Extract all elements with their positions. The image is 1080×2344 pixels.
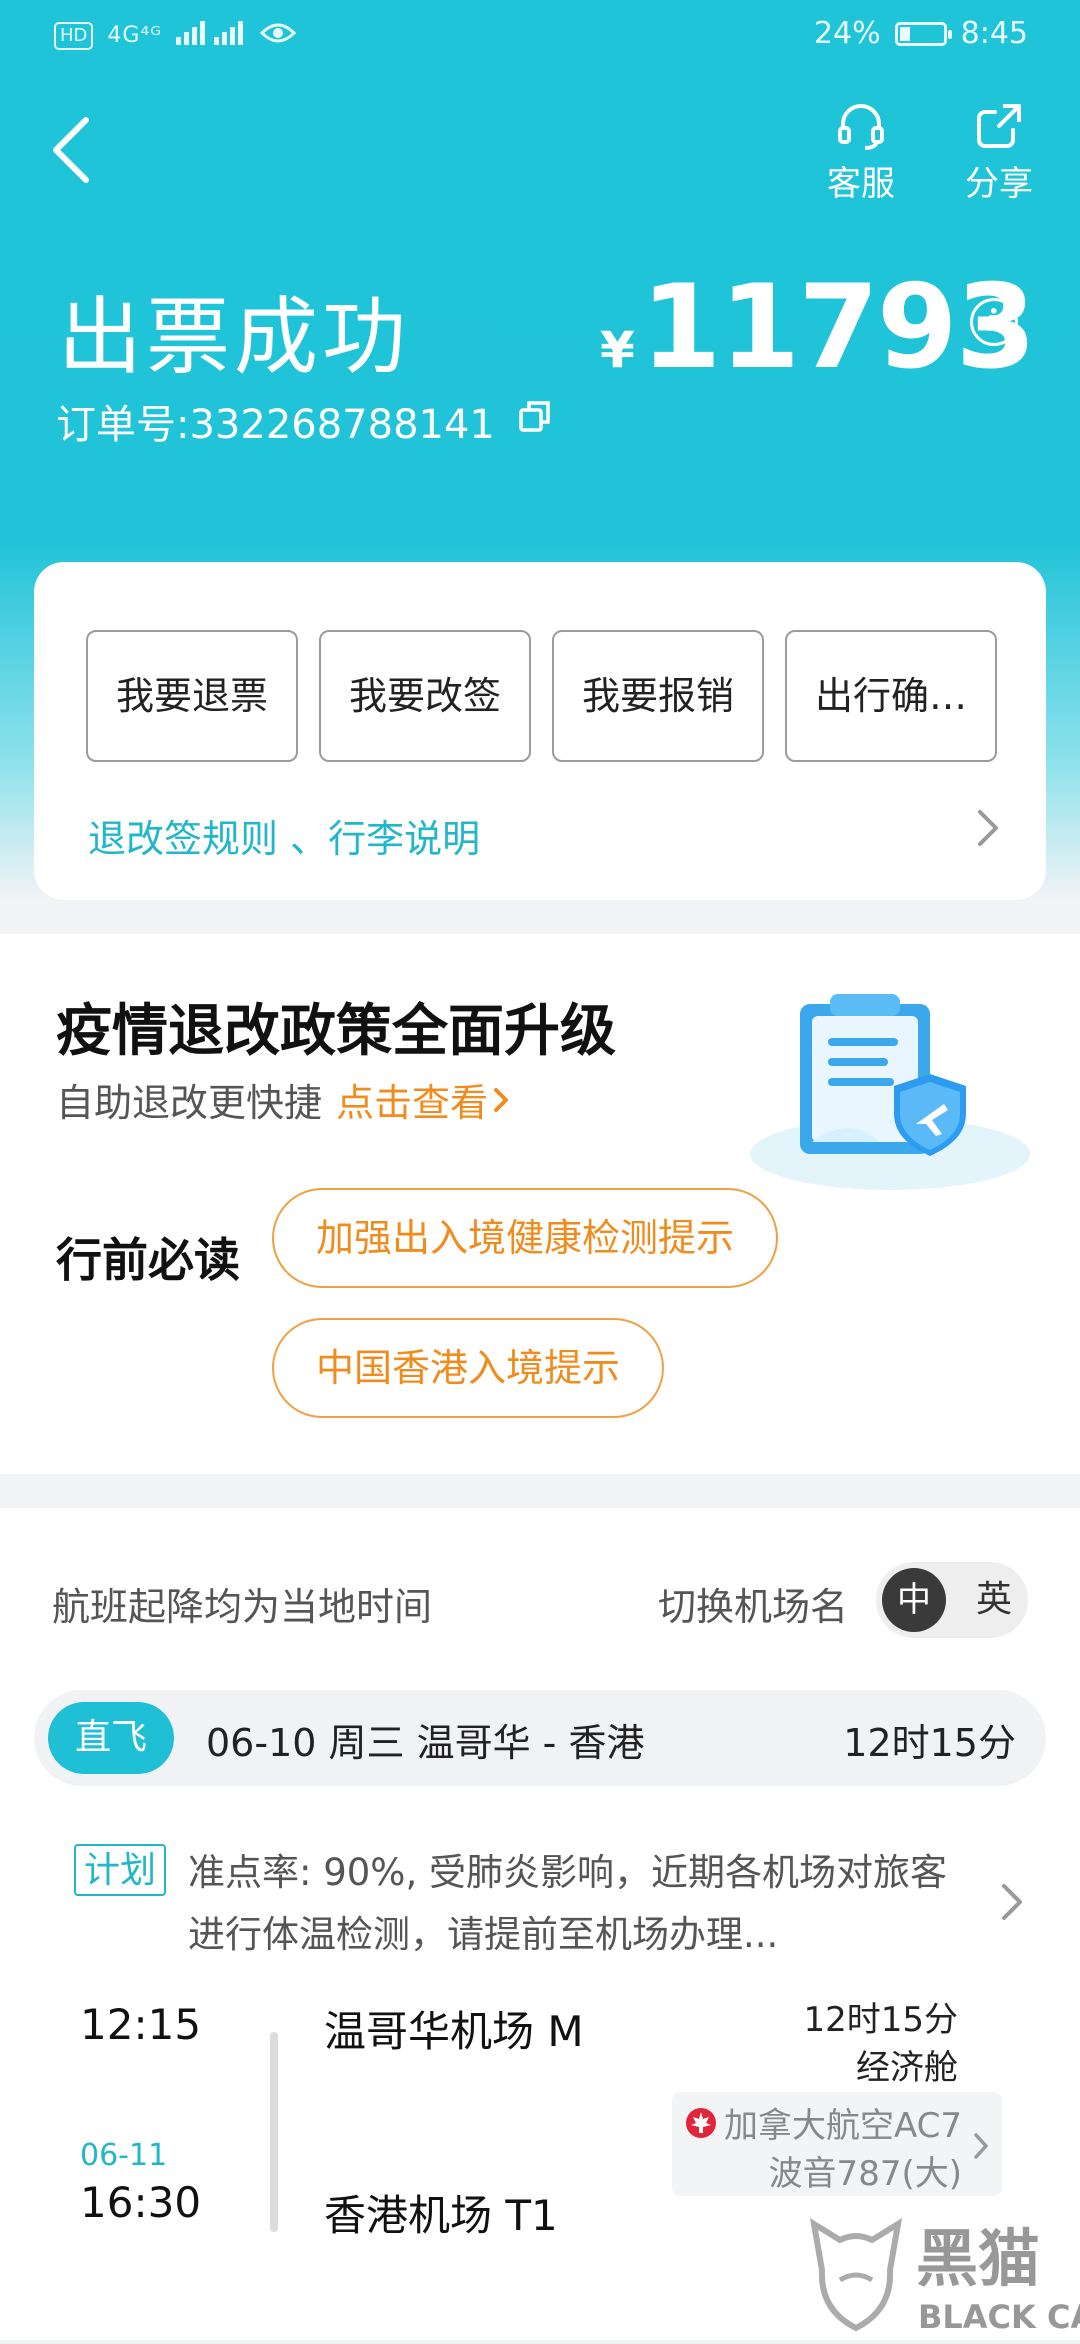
clock: 8:45 xyxy=(960,16,1028,51)
air-canada-logo-icon xyxy=(685,2107,716,2138)
price-info-icon[interactable]: i xyxy=(970,298,1018,346)
departure-airport: 温哥华机场 M xyxy=(324,2007,584,2056)
order-actions-card: 我要退票 我要改签 我要报销 出行确… 退改签规则 、行李说明 xyxy=(34,562,1046,900)
route-duration: 12时15分 xyxy=(843,1721,1016,1765)
trip-confirm-button[interactable]: 出行确… xyxy=(785,630,997,762)
copy-icon[interactable] xyxy=(517,398,553,444)
arrival-date: 06-11 xyxy=(80,2138,168,2173)
refund-button[interactable]: 我要退票 xyxy=(86,630,298,762)
chevron-right-icon xyxy=(970,2130,992,2166)
chevron-right-icon xyxy=(494,1087,509,1112)
customer-service-button[interactable]: 客服 xyxy=(806,100,916,205)
lang-chinese-option[interactable]: 中 xyxy=(882,1568,946,1632)
airline-name: 加拿大航空AC7 xyxy=(723,2106,962,2146)
clipboard-shield-illustration xyxy=(730,964,1030,1194)
punctuality-notice[interactable]: 准点率: 90%, 受肺炎影响，近期各机场对旅客进行体温检测，请提前至机场办理.… xyxy=(188,1842,948,1966)
share-label: 分享 xyxy=(965,164,1033,204)
change-button[interactable]: 我要改签 xyxy=(319,630,531,762)
hk-entry-tip-button[interactable]: 中国香港入境提示 xyxy=(272,1318,665,1418)
health-check-tip-button[interactable]: 加强出入境健康检测提示 xyxy=(272,1188,779,1288)
battery-level xyxy=(899,26,910,41)
order-number-text: 订单号:332268788141 xyxy=(56,402,495,448)
direct-flight-tag: 直飞 xyxy=(48,1702,174,1774)
share-icon xyxy=(977,104,1021,148)
promo-subtitle-text: 自助退改更快捷 xyxy=(56,1081,323,1125)
watermark-en: BLACK CAT xyxy=(918,2298,1080,2336)
promo-title: 疫情退改政策全面升级 xyxy=(56,999,616,1064)
lang-english-option[interactable]: 英 xyxy=(966,1568,1022,1632)
status-left: HD 4G⁴ᴳ xyxy=(54,18,297,53)
arrival-airport: 香港机场 T1 xyxy=(324,2191,558,2240)
promo-subtitle: 自助退改更快捷 点击查看 xyxy=(56,1072,514,1127)
policy-card: 疫情退改政策全面升级 自助退改更快捷 点击查看 行前必读 加强出入境健康检测提示… xyxy=(0,934,1080,1474)
hd-badge: HD xyxy=(54,21,94,50)
order-number: 订单号:332268788141 xyxy=(56,392,553,450)
status-bar: HD 4G⁴ᴳ 24% 8:45 xyxy=(0,0,1080,76)
departure-time: 12:15 xyxy=(80,2000,202,2049)
plan-tag: 计划 xyxy=(74,1844,167,1896)
battery-percent: 24% xyxy=(813,16,881,51)
status-right: 24% 8:45 xyxy=(814,16,1028,51)
view-details-label: 点击查看 xyxy=(336,1081,489,1125)
must-read-label: 行前必读 xyxy=(56,1233,240,1287)
route-summary: 直飞 06-10 周三 温哥华 - 香港 12时15分 xyxy=(34,1690,1046,1786)
currency-symbol: ¥ xyxy=(600,321,635,379)
aircraft-type: 波音787(大) xyxy=(768,2154,962,2194)
share-button[interactable]: 分享 xyxy=(944,100,1054,205)
reimburse-button[interactable]: 我要报销 xyxy=(552,630,764,762)
watermark-cn: 黑猫 xyxy=(916,2222,1040,2295)
language-toggle[interactable]: 中 英 xyxy=(876,1562,1028,1638)
flight-timeline xyxy=(270,2032,278,2232)
eye-icon xyxy=(259,18,297,53)
flight-duration: 12时15分 xyxy=(803,2000,958,2040)
signal-bars-icon xyxy=(176,18,246,53)
airline-info[interactable]: 加拿大航空AC7 波音787(大) xyxy=(672,2092,1002,2196)
chevron-left-icon xyxy=(53,117,89,183)
switch-airport-name-label: 切换机场名 xyxy=(658,1585,849,1629)
chevron-right-icon[interactable] xyxy=(996,1880,1026,1928)
cabin-class: 经济舱 xyxy=(856,2048,958,2088)
local-time-note: 航班起降均为当地时间 xyxy=(52,1585,433,1629)
headset-icon xyxy=(838,104,884,150)
black-cat-watermark: 黑猫 BLACK CAT xyxy=(800,2210,1080,2340)
airline-name-row: 加拿大航空AC7 xyxy=(684,2098,962,2147)
customer-service-label: 客服 xyxy=(827,164,895,204)
page-title: 出票成功 xyxy=(58,288,411,386)
rules-link[interactable]: 退改签规则 、行李说明 xyxy=(88,808,480,863)
battery-icon xyxy=(894,21,952,46)
arrival-time: 16:30 xyxy=(80,2178,202,2227)
route-text: 06-10 周三 温哥华 - 香港 xyxy=(206,1721,645,1765)
view-details-link[interactable]: 点击查看 xyxy=(336,1072,514,1127)
back-button[interactable] xyxy=(40,110,110,190)
price: ¥ 11793 xyxy=(600,260,1036,395)
chevron-right-icon[interactable] xyxy=(972,806,1002,854)
signal-icon: 4G⁴ᴳ xyxy=(107,23,163,48)
